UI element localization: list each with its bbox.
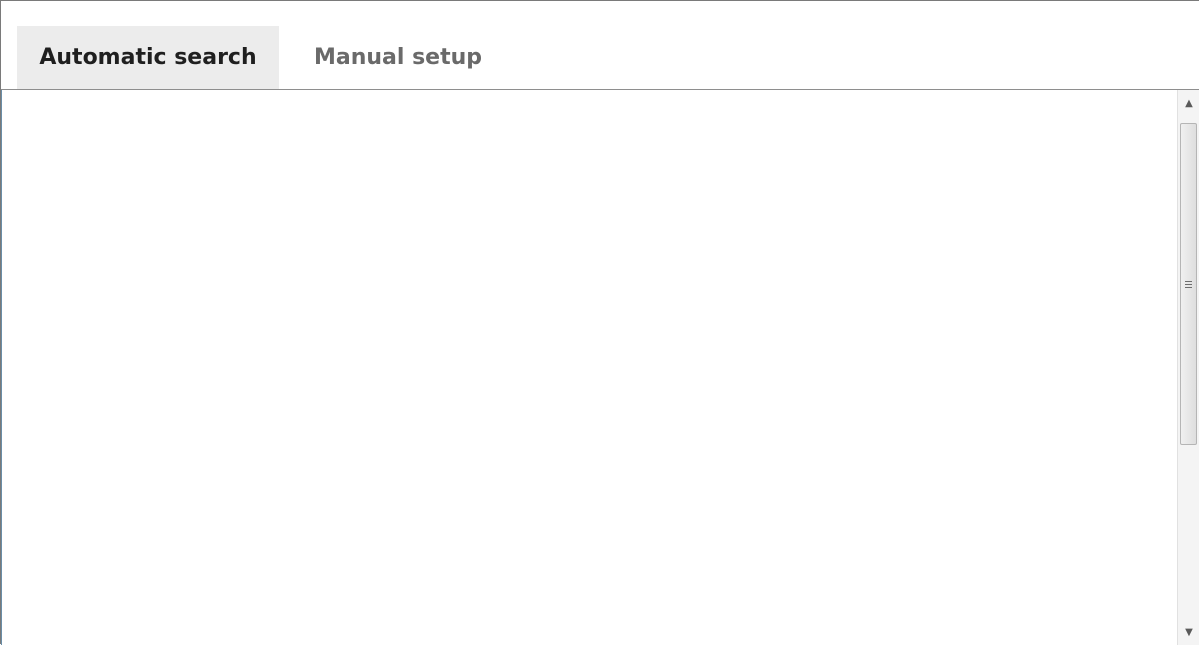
panel-left-edge [1,90,2,645]
window: Automatic search Manual setup ▲ ▼ [0,0,1199,645]
tab-automatic-search[interactable]: Automatic search [17,26,279,89]
scroll-down-arrow-icon[interactable]: ▼ [1178,619,1199,645]
tab-label: Automatic search [39,45,257,70]
vertical-scrollbar[interactable]: ▲ ▼ [1177,90,1199,645]
scroll-up-arrow-icon[interactable]: ▲ [1178,90,1199,116]
grip-icon [1185,280,1192,288]
tab-manual-setup[interactable]: Manual setup [293,26,503,89]
tab-bar: Automatic search Manual setup [1,1,1199,90]
content-panel [1,90,1199,645]
scroll-thumb[interactable] [1180,123,1197,445]
tab-label: Manual setup [313,45,483,70]
